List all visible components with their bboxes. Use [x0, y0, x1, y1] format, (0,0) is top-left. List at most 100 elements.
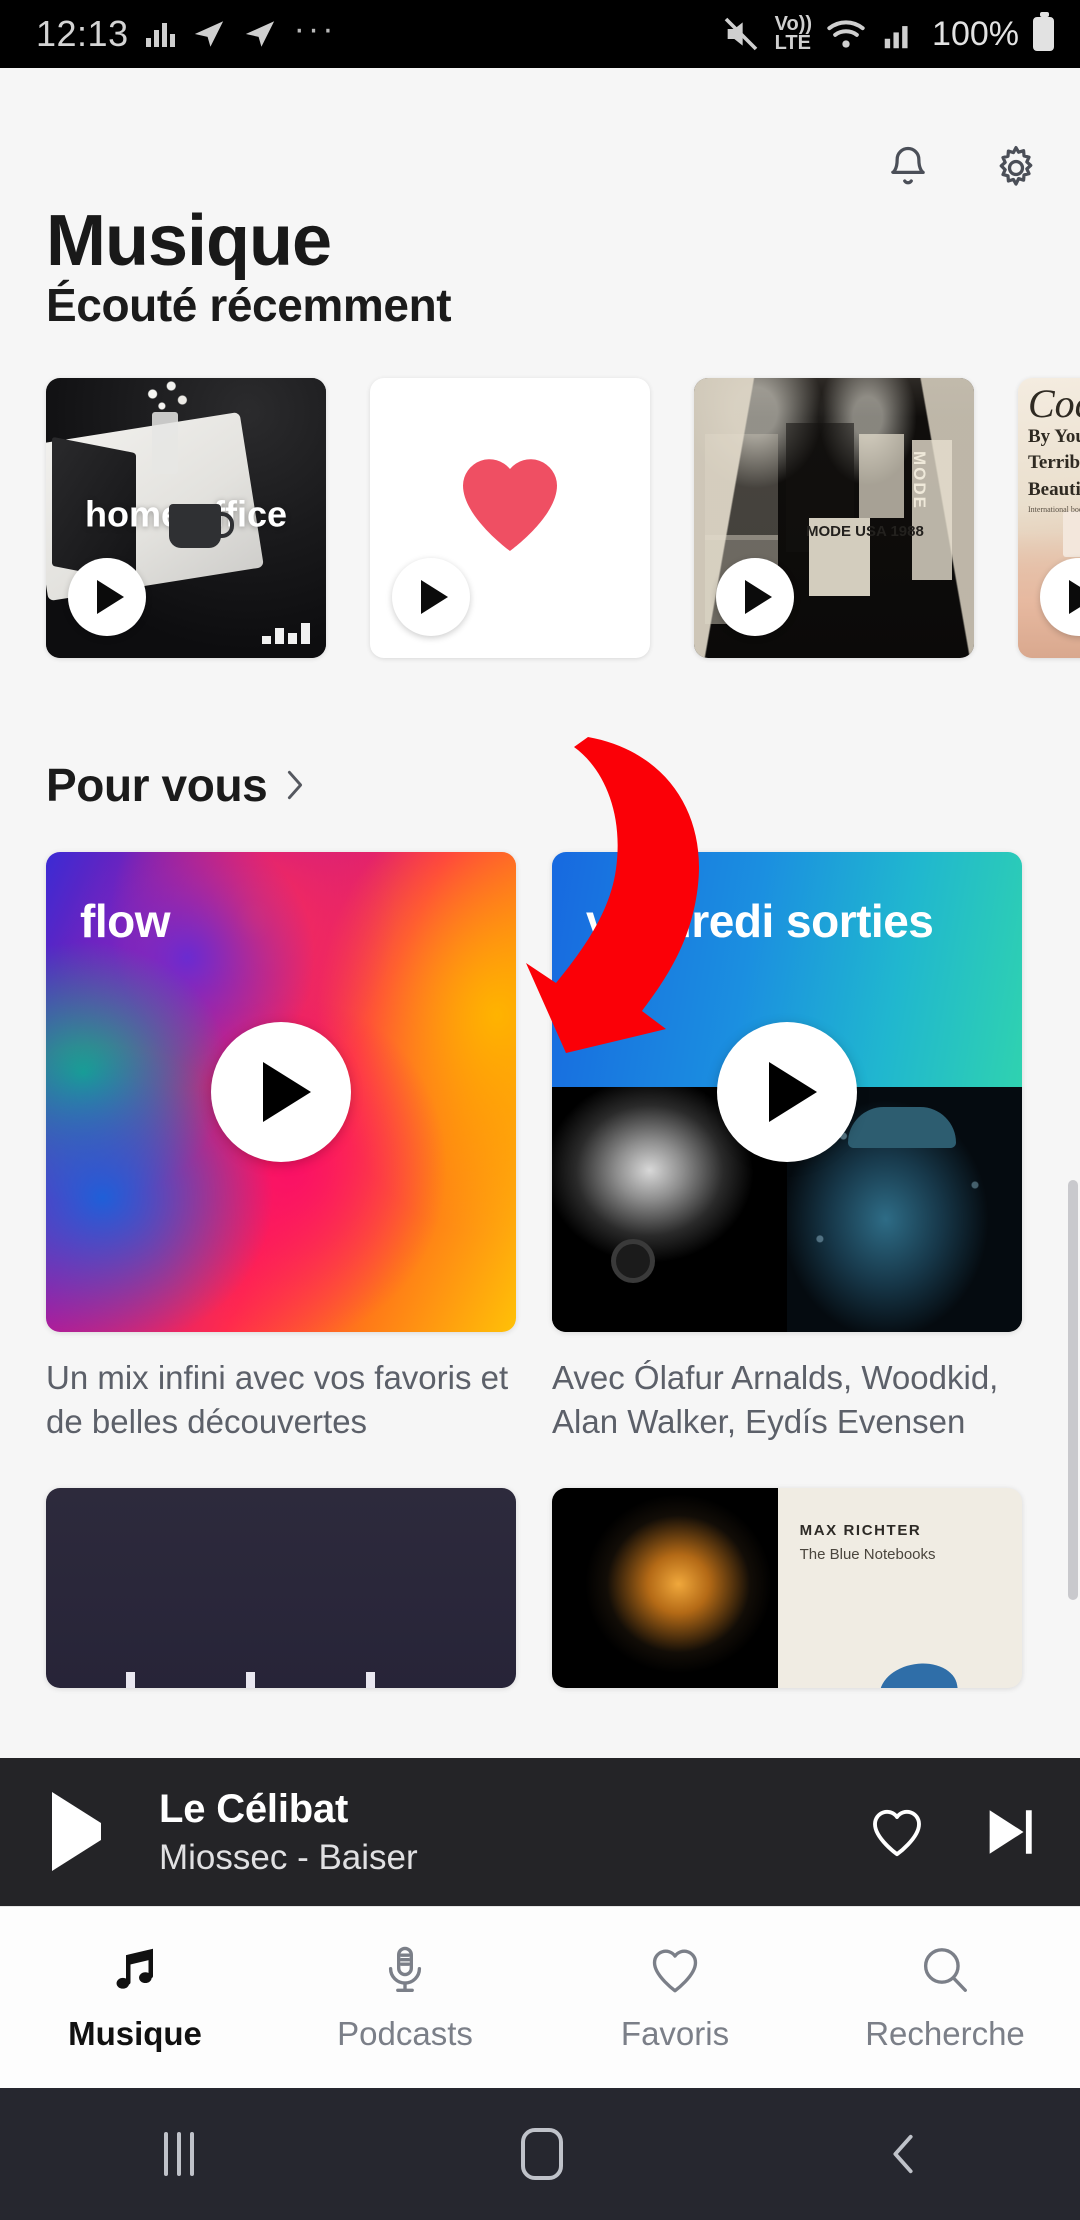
phone-screen: 12:13 ··· Vo)) LTE 100% Musique Écouté r…	[0, 0, 1080, 2220]
play-icon	[1068, 580, 1080, 614]
vendredi-sorties-card[interactable]: vendredi sorties	[552, 852, 1022, 1332]
play-button[interactable]	[392, 558, 470, 636]
mini-player-actions	[868, 1803, 1038, 1861]
nav-item-podcasts[interactable]: Podcasts	[270, 1907, 540, 2088]
flow-card[interactable]: flow	[46, 852, 516, 1332]
nav-label: Recherche	[865, 2014, 1025, 2052]
wifi-icon	[827, 20, 865, 48]
telegram-icon	[194, 21, 223, 47]
mini-player-meta[interactable]: Le Célibat Miossec - Baiser	[159, 1787, 868, 1878]
recent-card-home-office[interactable]: home office	[46, 378, 326, 658]
mini-player-track-subtitle: Miossec - Baiser	[159, 1837, 418, 1877]
search-icon	[923, 1947, 967, 1992]
heart-icon	[463, 459, 557, 552]
play-icon	[744, 580, 772, 614]
flow-title: flow	[80, 895, 170, 947]
status-bar-clock: 12:13	[36, 13, 129, 54]
nav-item-musique[interactable]: Musique	[0, 1907, 270, 2088]
bottom-navigation: Musique Podcasts Favoris Recherche	[0, 1906, 1080, 2088]
nav-item-recherche[interactable]: Recherche	[810, 1907, 1080, 2088]
vendredi-sorties-description: Avec Ólafur Arnalds, Woodkid, Alan Walke…	[552, 1359, 999, 1440]
nav-label: Podcasts	[337, 2014, 473, 2052]
coco-sub4: International book	[1028, 505, 1080, 515]
section-title-for-you[interactable]: Pour vous	[46, 758, 1080, 812]
recents-icon[interactable]	[163, 2132, 194, 2176]
recent-card-depeche-mode[interactable]: MODE MODE USA 1988	[694, 378, 974, 658]
page-title: Musique	[46, 201, 332, 281]
app-header: Musique	[0, 68, 1080, 281]
microphone-decor	[615, 1244, 650, 1279]
coffee-cup-decor	[169, 504, 235, 548]
recent-card-coco[interactable]: Coco By You Terrible Beautiful Internati…	[1018, 378, 1080, 658]
telegram-icon	[245, 21, 274, 47]
scroll-content[interactable]: Écouté récemment home office MODE MODE U…	[0, 278, 1080, 1758]
heart-outline-icon[interactable]	[868, 1803, 926, 1861]
coco-title: Coco	[1028, 381, 1080, 426]
for-you-grid: flow Un mix infini avec vos favoris et d…	[46, 852, 1080, 1444]
poster-mode-text: MODE	[910, 450, 930, 510]
signal-icon	[884, 26, 908, 49]
battery-icon	[1033, 12, 1054, 51]
play-icon	[262, 1062, 311, 1122]
more-icon: ···	[293, 10, 337, 48]
battery-percent-label: 100%	[932, 14, 1019, 53]
status-bar: 12:13 ··· Vo)) LTE 100%	[0, 0, 1080, 68]
for-you-item-vendredi-sorties: vendredi sorties Avec Ólafur Arnalds, Wo…	[552, 852, 1022, 1444]
candle-decor	[1062, 511, 1080, 558]
equalizer-icon	[145, 21, 175, 47]
recently-played-row[interactable]: home office MODE MODE USA 1988 Co By Yo …	[46, 378, 1080, 658]
next-card-max-richter[interactable]: MAX RICHTER The Blue Notebooks	[552, 1487, 1022, 1688]
music-note-icon	[116, 1948, 153, 1989]
content-fade	[0, 1704, 1080, 1758]
cap-decor	[848, 1106, 957, 1149]
android-navigation-bar	[0, 2088, 1080, 2220]
coco-sub3: Beautiful	[1028, 478, 1080, 500]
gear-icon[interactable]	[990, 142, 1042, 194]
header-actions	[882, 142, 1042, 194]
play-button[interactable]	[717, 1022, 857, 1162]
play-button[interactable]	[211, 1022, 351, 1162]
vase-decor	[134, 378, 197, 474]
flow-description: Un mix infini avec vos favoris et de bel…	[46, 1359, 509, 1440]
play-icon	[96, 580, 124, 614]
recent-card-favourites[interactable]	[370, 378, 650, 658]
mini-player-track-title: Le Célibat	[159, 1786, 349, 1831]
chevron-right-icon	[288, 770, 303, 800]
coco-cover-text: Coco By You Terrible Beautiful Internati…	[1028, 381, 1080, 515]
volte-icon: Vo)) LTE	[774, 13, 813, 54]
skip-next-icon[interactable]	[980, 1803, 1038, 1861]
for-you-label: Pour vous	[46, 759, 268, 811]
back-icon[interactable]	[890, 2131, 916, 2177]
home-icon[interactable]	[520, 2128, 563, 2180]
nav-label: Musique	[68, 2014, 202, 2052]
mute-icon	[724, 17, 757, 51]
poster-usa-text: MODE USA 1988	[806, 522, 924, 540]
for-you-section: Pour vous flow Un mix infini avec vos fa…	[0, 758, 1080, 1688]
mini-player[interactable]: Le Célibat Miossec - Baiser	[0, 1758, 1080, 1906]
play-icon	[420, 580, 448, 614]
status-bar-left: 12:13 ···	[36, 12, 337, 56]
deezer-logo-icon	[262, 623, 310, 644]
album-meta: MAX RICHTER The Blue Notebooks	[778, 1488, 1022, 1688]
play-icon	[52, 1792, 101, 1871]
vertical-scrollbar[interactable]	[1068, 1180, 1078, 1600]
mini-player-play-button[interactable]	[52, 1792, 101, 1871]
status-bar-right: Vo)) LTE 100%	[721, 12, 1054, 54]
album-title: The Blue Notebooks	[799, 1545, 936, 1563]
heart-outline-icon	[652, 1949, 698, 1992]
bell-icon[interactable]	[882, 142, 934, 194]
play-icon	[768, 1062, 817, 1122]
section-title-recently-played: Écouté récemment	[46, 279, 452, 331]
coco-sub1: By You	[1028, 426, 1080, 447]
nav-label: Favoris	[620, 2014, 730, 2052]
play-button[interactable]	[716, 558, 794, 636]
nav-item-favoris[interactable]: Favoris	[540, 1907, 810, 2088]
for-you-item-flow: flow Un mix infini avec vos favoris et d…	[46, 852, 516, 1444]
for-you-next-row[interactable]: MAX RICHTER The Blue Notebooks	[46, 1487, 1080, 1688]
coco-sub2: Terrible	[1028, 452, 1080, 474]
next-card-dark[interactable]	[46, 1487, 516, 1688]
microphone-icon	[388, 1946, 422, 1992]
album-artist: MAX RICHTER	[799, 1521, 922, 1539]
vendredi-sorties-title: vendredi sorties	[586, 895, 934, 947]
play-button[interactable]	[68, 558, 146, 636]
